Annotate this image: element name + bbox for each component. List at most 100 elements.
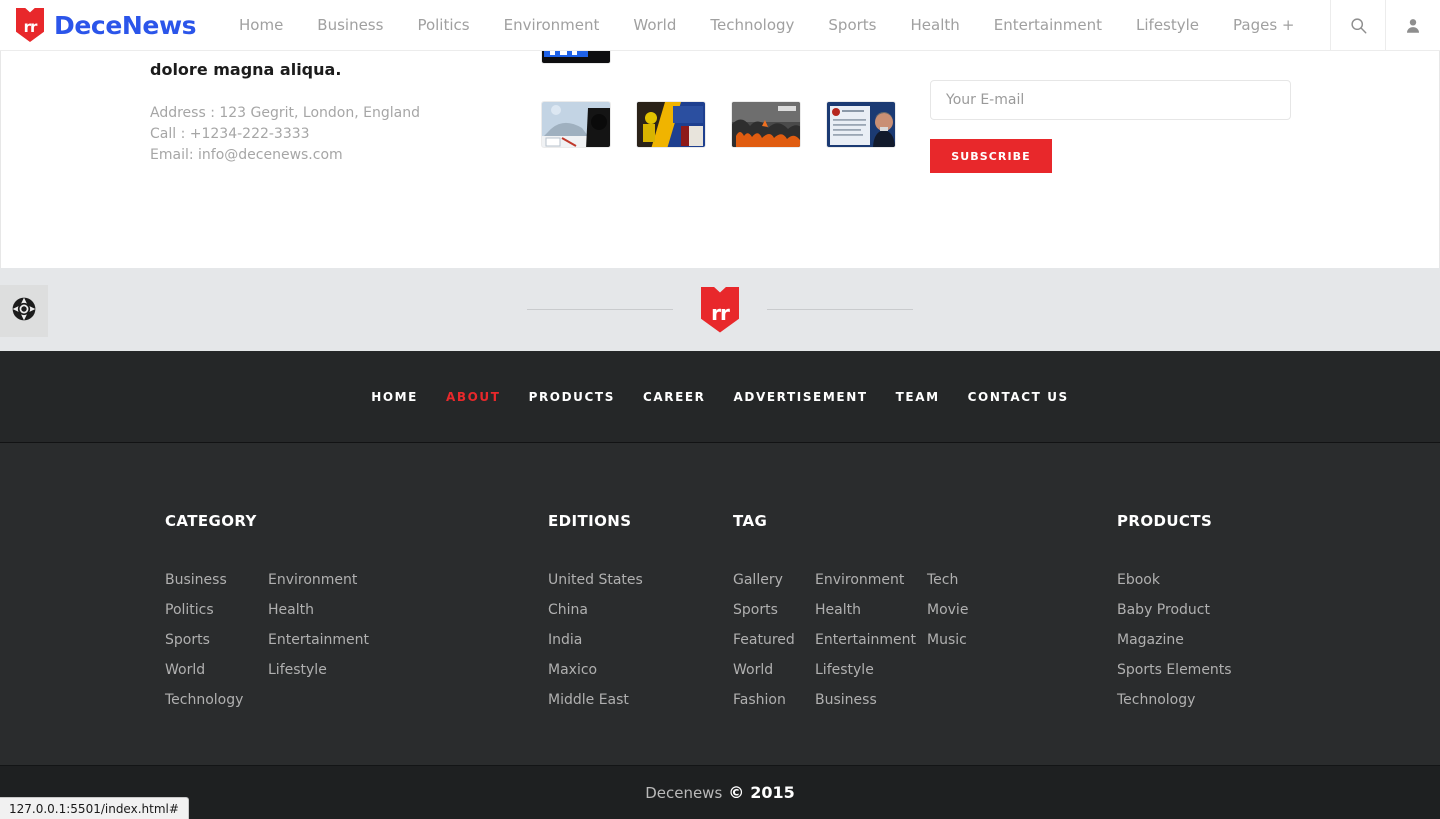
copyright-symbol: © [728, 783, 745, 802]
logo-shield-icon: rr [16, 8, 44, 42]
footer-link[interactable]: United States [548, 565, 643, 595]
footer-column-products: PRODUCTS Ebook Baby Product Magazine Spo… [1117, 512, 1232, 715]
status-url: 127.0.0.1:5501/index.html# [9, 801, 179, 816]
footer-link[interactable]: Sports [733, 595, 815, 625]
footer-link[interactable]: Health [815, 595, 927, 625]
nav-item-world[interactable]: World [616, 16, 693, 34]
brand-logo[interactable]: rr DeceNews [0, 8, 210, 42]
gallery-widget [541, 51, 911, 148]
footer-link[interactable]: Featured [733, 625, 815, 655]
footer-link[interactable]: Technology [165, 685, 268, 715]
footer-link[interactable]: Environment [268, 565, 369, 595]
footer-link[interactable]: Gallery [733, 565, 815, 595]
nav-item-entertainment[interactable]: Entertainment [977, 16, 1119, 34]
nav-item-technology[interactable]: Technology [693, 16, 811, 34]
user-icon[interactable] [1385, 0, 1440, 51]
footer-link[interactable]: Maxico [548, 655, 643, 685]
footer-link[interactable]: Business [165, 565, 268, 595]
footer-link[interactable]: Sports [165, 625, 268, 655]
footer-column-title: PRODUCTS [1117, 512, 1213, 530]
gallery-thumb[interactable] [731, 101, 801, 148]
footer-link-list: Environment Health Entertainment Lifesty… [815, 565, 927, 715]
footer-link[interactable]: Lifestyle [268, 655, 369, 685]
footer-link[interactable]: Business [815, 685, 927, 715]
contact-address: Address : 123 Gegrit, London, England [150, 105, 420, 121]
site-footer: CATEGORY Business Politics Sports World … [0, 443, 1440, 765]
copyright-year: 2015 [750, 783, 795, 802]
about-text: dolore magna aliqua. [150, 60, 342, 79]
footer-link[interactable]: Ebook [1117, 565, 1232, 595]
footer-nav-products[interactable]: PRODUCTS [515, 390, 629, 404]
footer-nav-team[interactable]: TEAM [882, 390, 954, 404]
footer-link[interactable]: Lifestyle [815, 655, 927, 685]
brand-name: DeceNews [54, 10, 197, 40]
footer-link[interactable]: Health [268, 595, 369, 625]
footer-column-tag: TAG Gallery Sports Featured World Fashio… [733, 512, 968, 715]
nav-item-health[interactable]: Health [894, 16, 977, 34]
subscribe-email-input[interactable] [930, 80, 1291, 120]
footer-column-editions: EDITIONS United States China India Maxic… [548, 512, 643, 715]
footer-column-title: TAG [733, 512, 768, 530]
search-icon[interactable] [1330, 0, 1385, 51]
gallery-row-clipped [541, 51, 911, 64]
footer-link[interactable]: World [733, 655, 815, 685]
nav-item-sports[interactable]: Sports [811, 16, 893, 34]
copyright-bar: Decenews © 2015 [0, 765, 1440, 819]
gallery-thumb[interactable] [826, 101, 896, 148]
footer-nav-about[interactable]: ABOUT [432, 390, 515, 404]
footer-link[interactable]: Middle East [548, 685, 643, 715]
site-header: rr DeceNews Home Business Politics Envir… [0, 0, 1440, 51]
gallery-thumb[interactable] [541, 51, 611, 64]
divider-line-left [527, 309, 673, 310]
primary-nav: Home Business Politics Environment World… [210, 16, 1330, 34]
footer-link[interactable]: Entertainment [815, 625, 927, 655]
footer-link[interactable]: World [165, 655, 268, 685]
gallery-thumb[interactable] [541, 101, 611, 148]
nav-item-environment[interactable]: Environment [487, 16, 617, 34]
footer-link[interactable]: China [548, 595, 643, 625]
logo-glyph: rr [23, 18, 38, 36]
gallery-row [541, 101, 911, 148]
nav-item-pages[interactable]: Pages + [1216, 16, 1311, 34]
footer-link[interactable]: Sports Elements [1117, 655, 1232, 685]
divider-line-right [767, 309, 913, 310]
footer-link[interactable]: Fashion [733, 685, 815, 715]
footer-link[interactable]: India [548, 625, 643, 655]
footer-link[interactable]: Magazine [1117, 625, 1232, 655]
nav-item-business[interactable]: Business [300, 16, 400, 34]
footer-link[interactable]: Entertainment [268, 625, 369, 655]
footer-link[interactable]: Environment [815, 565, 927, 595]
gallery-thumb[interactable] [636, 101, 706, 148]
footer-nav-contact-us[interactable]: CONTACT US [954, 390, 1083, 404]
browser-status-bar: 127.0.0.1:5501/index.html# [0, 797, 189, 819]
lifebuoy-icon [11, 296, 37, 326]
logo-shield-icon: rr [701, 286, 739, 333]
footer-column-category: CATEGORY Business Politics Sports World … [165, 512, 369, 715]
footer-column-title: EDITIONS [548, 512, 632, 530]
footer-link-list: Environment Health Entertainment Lifesty… [268, 565, 369, 715]
footer-nav-home[interactable]: HOME [357, 390, 432, 404]
nav-item-lifestyle[interactable]: Lifestyle [1119, 16, 1216, 34]
logo-divider-strip: rr [0, 268, 1440, 351]
copyright-name: Decenews [645, 783, 723, 802]
footer-link[interactable]: Movie [927, 595, 968, 625]
footer-link[interactable]: Tech [927, 565, 968, 595]
footer-link-list: United States China India Maxico Middle … [548, 565, 643, 715]
footer-link[interactable]: Baby Product [1117, 595, 1232, 625]
about-widget: dolore magna aliqua. Address : 123 Gegri… [150, 51, 490, 166]
footer-nav-advertisement[interactable]: ADVERTISEMENT [720, 390, 882, 404]
footer-link[interactable]: Technology [1117, 685, 1232, 715]
subscribe-button[interactable]: SUBSCRIBE [930, 139, 1052, 173]
footer-nav: HOME ABOUT PRODUCTS CAREER ADVERTISEMENT… [0, 351, 1440, 443]
footer-logo[interactable]: rr [701, 286, 739, 333]
contact-phone: Call : +1234-222-3333 [150, 126, 310, 142]
footer-nav-career[interactable]: CAREER [629, 390, 720, 404]
footer-link[interactable]: Music [927, 625, 968, 655]
nav-item-politics[interactable]: Politics [400, 16, 486, 34]
footer-link[interactable]: Politics [165, 595, 268, 625]
support-widget[interactable] [0, 285, 48, 337]
footer-top-panel: dolore magna aliqua. Address : 123 Gegri… [0, 51, 1440, 268]
header-actions [1330, 0, 1440, 51]
footer-link-list: Ebook Baby Product Magazine Sports Eleme… [1117, 565, 1232, 715]
nav-item-home[interactable]: Home [222, 16, 300, 34]
